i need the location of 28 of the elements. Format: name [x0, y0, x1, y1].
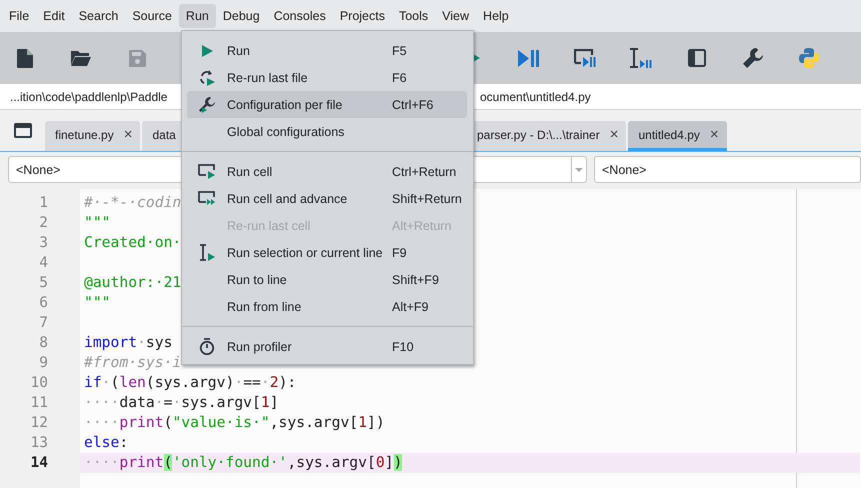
- code-line: if·(len(sys.argv)·==·2):: [84, 374, 296, 391]
- line-number: 9: [38, 354, 48, 373]
- line-number: 11: [30, 394, 48, 413]
- line-number: 5: [38, 274, 48, 293]
- line-number: 10: [30, 374, 48, 393]
- code-line: @author:·21: [84, 274, 182, 291]
- code-line: #·-*-·codin: [84, 194, 182, 211]
- line-number: 14: [30, 454, 48, 473]
- line-number: 8: [38, 334, 48, 353]
- code-line: Created·on·: [84, 234, 182, 251]
- code-line: else:: [84, 434, 128, 451]
- line-number: 3: [38, 234, 48, 253]
- file-path: ...ition\code\paddlenlp\Paddle: [10, 90, 168, 104]
- line-number: 12: [30, 414, 48, 433]
- line-number: 2: [38, 214, 48, 233]
- line-number: 4: [38, 254, 48, 273]
- code-line: """: [84, 214, 111, 231]
- line-number: 1: [38, 194, 48, 213]
- code-line: #from·sys·i: [84, 354, 182, 371]
- line-number: 6: [38, 294, 48, 313]
- file-path: ocument\untitled4.py: [480, 90, 592, 104]
- code-line: ····print('only·found·',sys.argv[0]): [84, 454, 402, 471]
- code-line: ····data·=·sys.argv[1]: [84, 394, 279, 411]
- code-line: """: [84, 294, 111, 311]
- code-line: ····print("value·is·",sys.argv[1]): [84, 414, 385, 431]
- code-line: import·sys: [84, 334, 172, 351]
- line-number: 13: [30, 434, 48, 453]
- line-number: 7: [38, 314, 48, 333]
